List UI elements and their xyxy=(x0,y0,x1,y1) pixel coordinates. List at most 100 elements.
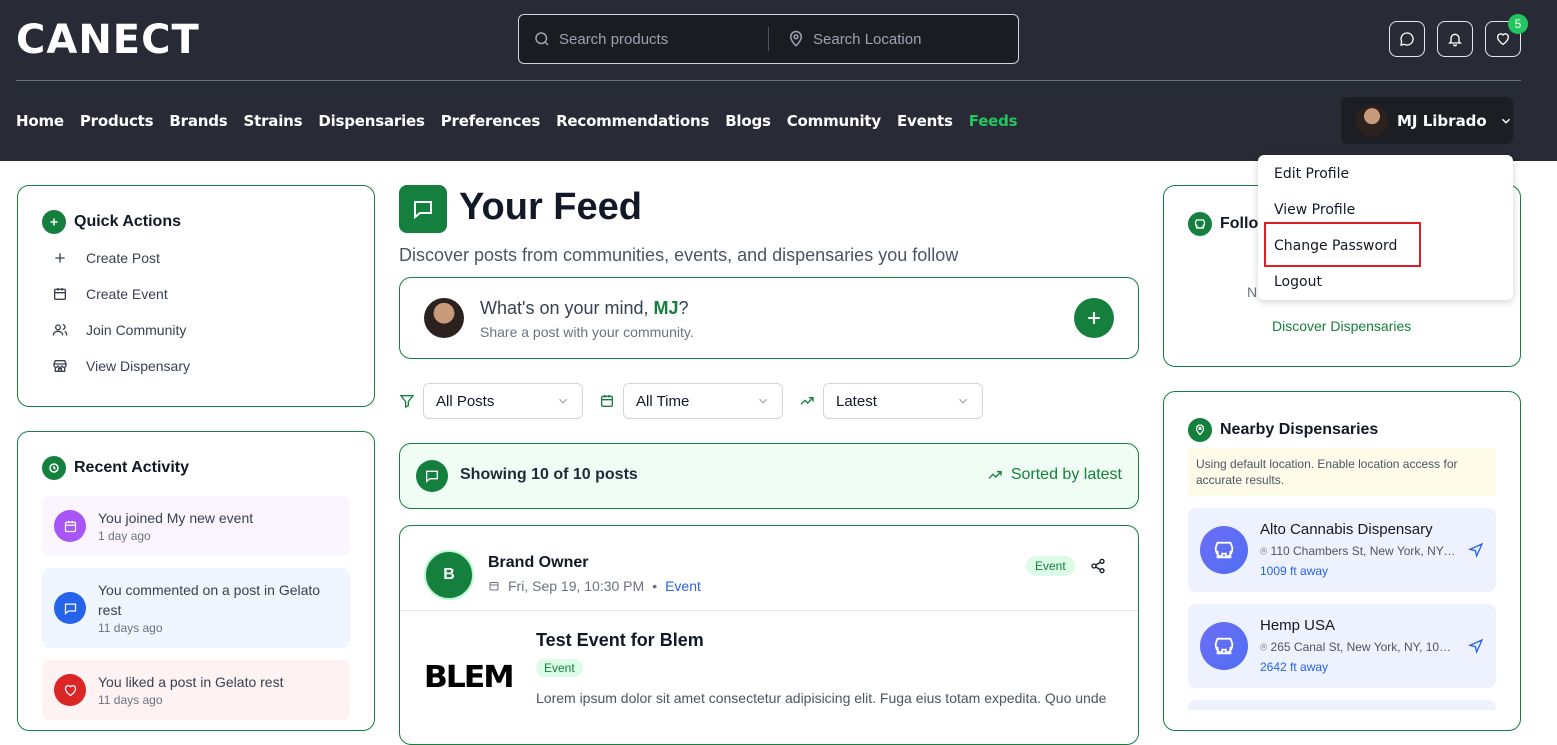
logout-menu-item[interactable]: Logout xyxy=(1274,274,1322,290)
nav-preferences[interactable]: Preferences xyxy=(441,112,541,130)
author-avatar[interactable]: B xyxy=(424,550,474,600)
chevron-down-icon xyxy=(559,398,567,404)
nav-recommendations[interactable]: Recommendations xyxy=(556,112,709,130)
create-event-action[interactable]: Create Event xyxy=(52,276,190,312)
composer-prompt: What's on your mind, MJ? xyxy=(480,298,689,319)
top-header: CANECT Search products Search Location 5… xyxy=(0,0,1557,161)
view-profile-menu-item[interactable]: View Profile xyxy=(1274,202,1355,218)
search-bar: Search products Search Location xyxy=(518,14,1019,64)
nav-feeds[interactable]: Feeds xyxy=(969,112,1018,130)
create-post-button[interactable] xyxy=(1074,298,1114,338)
activity-time: 11 days ago xyxy=(98,621,163,635)
nav-community[interactable]: Community xyxy=(787,112,881,130)
page-title: Your Feed xyxy=(459,186,642,228)
dispensary-name: Hemp USA xyxy=(1260,617,1336,634)
post-card: B Brand Owner Fri, Sep 19, 10:30 PM • Ev… xyxy=(399,525,1139,745)
posts-summary-bar: Showing 10 of 10 posts Sorted by latest xyxy=(399,443,1139,509)
nav-events[interactable]: Events xyxy=(897,112,953,130)
search-divider xyxy=(768,27,769,51)
composer-user-name: MJ xyxy=(653,298,679,318)
post-type-link[interactable]: Event xyxy=(665,578,701,594)
create-event-label: Create Event xyxy=(86,286,168,302)
recent-activity-card: Recent Activity You joined My new event … xyxy=(17,431,375,731)
notifications-button[interactable] xyxy=(1437,21,1473,57)
calendar-icon xyxy=(489,582,499,591)
calendar-icon xyxy=(601,395,613,407)
composer-avatar xyxy=(424,298,464,338)
nav-brands[interactable]: Brands xyxy=(169,112,227,130)
messages-button[interactable] xyxy=(1389,21,1425,57)
event-badge: Event xyxy=(536,659,583,677)
join-community-label: Join Community xyxy=(86,322,187,338)
nav-dispensaries[interactable]: Dispensaries xyxy=(318,112,425,130)
activity-text: You joined My new event xyxy=(98,510,254,526)
store-icon xyxy=(1200,526,1248,574)
nav-strains[interactable]: Strains xyxy=(244,112,303,130)
nearby-heading: Nearby Dispensaries xyxy=(1188,418,1378,442)
wishlist-button[interactable]: 5 xyxy=(1485,14,1528,57)
user-menu-button[interactable]: MJ Librado xyxy=(1341,97,1513,144)
dispensary-distance: 1009 ft away xyxy=(1260,564,1329,578)
view-dispensary-action[interactable]: View Dispensary xyxy=(52,348,190,384)
activity-item[interactable]: You joined My new event 1 day ago xyxy=(42,496,350,556)
dispensary-address-text: 110 Chambers St, New York, NY 10007 xyxy=(1270,544,1456,558)
nav-home[interactable]: Home xyxy=(16,112,64,130)
dispensary-address-text: 265 Canal St, New York, NY, 10013 xyxy=(1270,640,1456,654)
quick-actions-title: Quick Actions xyxy=(74,213,181,230)
post-divider xyxy=(400,610,1138,611)
event-title[interactable]: Test Event for Blem xyxy=(536,630,704,651)
composer-subtitle: Share a post with your community. xyxy=(480,324,694,340)
header-divider xyxy=(16,80,1521,81)
location-pin-icon xyxy=(789,30,803,47)
time-range-select[interactable]: All Time xyxy=(623,383,783,419)
navigate-icon[interactable] xyxy=(1468,542,1484,558)
dispensary-item[interactable]: Hemp USA ⌾ 265 Canal St, New York, NY, 1… xyxy=(1188,604,1496,688)
dispensary-item[interactable]: Alto Cannabis Dispensary ⌾ 110 Chambers … xyxy=(1188,508,1496,592)
join-community-action[interactable]: Join Community xyxy=(52,312,190,348)
following-heading: Follo xyxy=(1188,212,1258,236)
post-author[interactable]: Brand Owner xyxy=(488,554,588,572)
search-products-field[interactable]: Search products xyxy=(533,15,763,63)
store-icon xyxy=(53,360,67,372)
dispensary-address: ⌾ 265 Canal St, New York, NY, 10013 xyxy=(1260,640,1456,655)
store-icon xyxy=(1188,212,1212,236)
calendar-icon xyxy=(54,510,86,542)
highlight-box xyxy=(1264,222,1421,267)
recent-activity-title: Recent Activity xyxy=(74,459,189,476)
dispensary-address: ⌾ 110 Chambers St, New York, NY 10007 xyxy=(1260,544,1456,559)
calendar-icon xyxy=(54,288,66,300)
view-dispensary-label: View Dispensary xyxy=(86,358,191,374)
dispensary-item-partial xyxy=(1188,700,1496,710)
plus-icon xyxy=(55,253,65,263)
activity-item[interactable]: You liked a post in Gelato rest 11 days … xyxy=(42,660,350,720)
edit-profile-menu-item[interactable]: Edit Profile xyxy=(1274,166,1349,182)
nav-blogs[interactable]: Blogs xyxy=(725,112,771,130)
search-location-field[interactable]: Search Location xyxy=(787,15,1007,63)
user-name: MJ Librado xyxy=(1397,111,1487,130)
location-pin-icon xyxy=(1188,418,1212,442)
navigate-icon[interactable] xyxy=(1468,638,1484,654)
create-post-action[interactable]: Create Post xyxy=(52,240,190,276)
user-avatar xyxy=(1356,104,1388,137)
post-date: Fri, Sep 19, 10:30 PM xyxy=(508,578,645,594)
post-type-select[interactable]: All Posts xyxy=(423,383,583,419)
canect-logo[interactable]: CANECT xyxy=(16,18,200,62)
message-icon xyxy=(416,460,448,492)
activity-item[interactable]: You commented on a post in Gelato rest 1… xyxy=(42,568,350,648)
location-pin-icon: ⌾ xyxy=(1260,640,1271,654)
message-icon xyxy=(54,592,86,624)
share-icon[interactable] xyxy=(1090,558,1106,574)
activity-text: You commented on a post in Gelato rest xyxy=(98,582,321,618)
main-nav: Home Products Brands Strains Dispensarie… xyxy=(16,112,1018,130)
post-meta: Fri, Sep 19, 10:30 PM • Event xyxy=(488,578,701,594)
location-pin-icon: ⌾ xyxy=(1260,544,1271,558)
nav-products[interactable]: Products xyxy=(80,112,154,130)
post-composer[interactable]: What's on your mind, MJ? Share a post wi… xyxy=(399,277,1139,359)
meta-separator: • xyxy=(652,578,658,594)
location-notice: Using default location. Enable location … xyxy=(1188,448,1496,496)
discover-dispensaries-link[interactable]: Discover Dispensaries xyxy=(1272,318,1411,334)
users-icon xyxy=(52,324,68,336)
filter-icon xyxy=(399,395,415,409)
sort-select[interactable]: Latest xyxy=(823,383,983,419)
feed-icon xyxy=(399,185,447,233)
